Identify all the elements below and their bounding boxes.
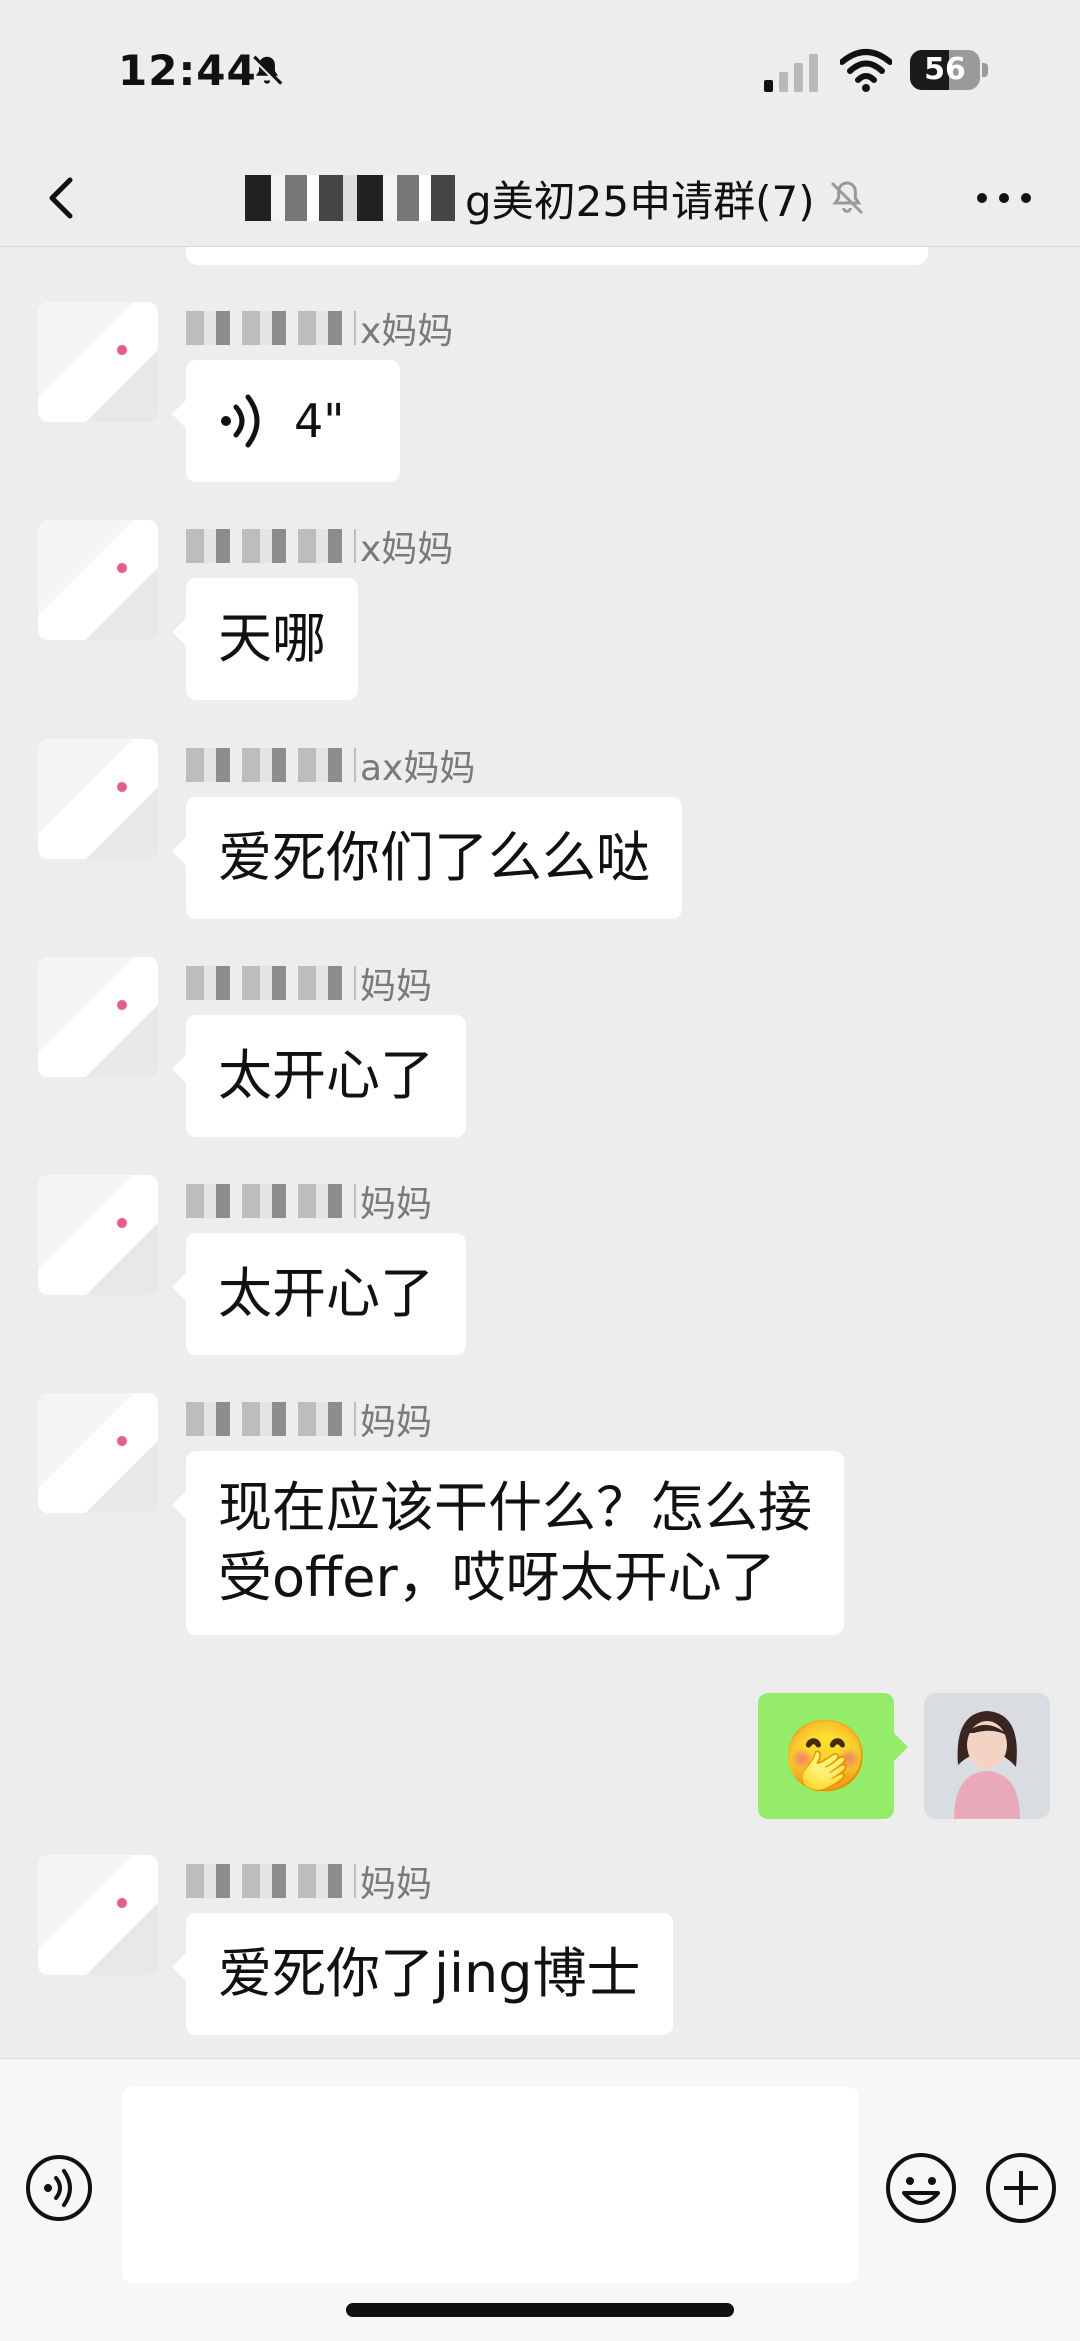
more-dots-icon[interactable] — [972, 178, 1036, 218]
emoji-message-bubble[interactable]: 🤭 — [758, 1693, 908, 1819]
input-bar — [0, 2058, 1080, 2341]
redacted-name — [186, 311, 356, 345]
sender-name: 妈妈 — [186, 957, 432, 1009]
redacted-name — [186, 1402, 356, 1436]
avatar[interactable] — [38, 1855, 158, 1975]
chat-header: g美初25申请群(7) — [0, 150, 1080, 247]
cellular-signal-icon — [764, 54, 818, 92]
message-input[interactable] — [122, 2087, 858, 2283]
sender-name: 妈妈 — [186, 1393, 432, 1445]
text-message-bubble[interactable]: 太开心了 — [172, 1015, 466, 1137]
status-time: 12:44 — [118, 46, 257, 95]
status-bar: 12:44 56 — [0, 0, 1080, 150]
redacted-title-part — [245, 175, 455, 221]
sender-name: ax妈妈 — [186, 739, 475, 791]
text-message-bubble[interactable]: 爱死你们了么么哒 — [172, 797, 682, 919]
message-list[interactable]: x妈妈 4" x妈妈 天哪 ax妈妈 爱死你们了么么哒 妈妈 太开心了 妈妈 太… — [0, 247, 1080, 2057]
redacted-name — [186, 966, 356, 1000]
emoji: 🤭 — [782, 1714, 870, 1797]
battery-level: 56 — [924, 52, 966, 87]
bell-off-icon — [251, 55, 283, 87]
home-indicator — [346, 2303, 734, 2317]
back-arrow-icon[interactable] — [36, 170, 92, 226]
redacted-name — [186, 748, 356, 782]
avatar[interactable] — [38, 302, 158, 422]
plus-icon[interactable] — [984, 2151, 1058, 2225]
emoji-icon[interactable] — [884, 2151, 958, 2225]
text-message-bubble[interactable]: 天哪 — [172, 578, 358, 700]
avatar[interactable] — [38, 957, 158, 1077]
avatar[interactable] — [38, 520, 158, 640]
battery-icon: 56 — [910, 50, 988, 90]
sender-name: x妈妈 — [186, 520, 453, 572]
wifi-icon — [840, 49, 892, 92]
text-message-bubble[interactable]: 太开心了 — [172, 1233, 466, 1355]
person-photo — [924, 1693, 1050, 1819]
voice-duration: 4" — [294, 394, 345, 448]
previous-message-bubble — [186, 247, 928, 265]
avatar[interactable] — [38, 1393, 158, 1513]
avatar[interactable] — [38, 739, 158, 859]
chat-title: g美初25申请群(7) — [465, 176, 815, 226]
message-line: 受offer，哎呀太开心了 — [218, 1546, 776, 1609]
text-message-bubble[interactable]: 现在应该干什么？怎么接 受offer，哎呀太开心了 — [172, 1451, 844, 1635]
avatar[interactable] — [38, 1175, 158, 1295]
redacted-name — [186, 1184, 356, 1218]
message-line: 现在应该干什么？怎么接 — [218, 1476, 812, 1539]
sender-name: 妈妈 — [186, 1175, 432, 1227]
redacted-name — [186, 1864, 356, 1898]
mute-bell-icon — [830, 181, 863, 215]
voice-wave-icon — [221, 394, 260, 448]
self-avatar[interactable] — [924, 1693, 1050, 1819]
voice-message-bubble[interactable]: 4" — [172, 360, 400, 482]
redacted-name — [186, 529, 356, 563]
text-message-bubble[interactable]: 爱死你了jing博士 — [172, 1913, 673, 2035]
sender-name: x妈妈 — [186, 302, 453, 354]
sender-name: 妈妈 — [186, 1855, 432, 1907]
voice-input-icon[interactable] — [24, 2153, 94, 2223]
chat-title-wrap: g美初25申请群(7) — [245, 168, 867, 228]
